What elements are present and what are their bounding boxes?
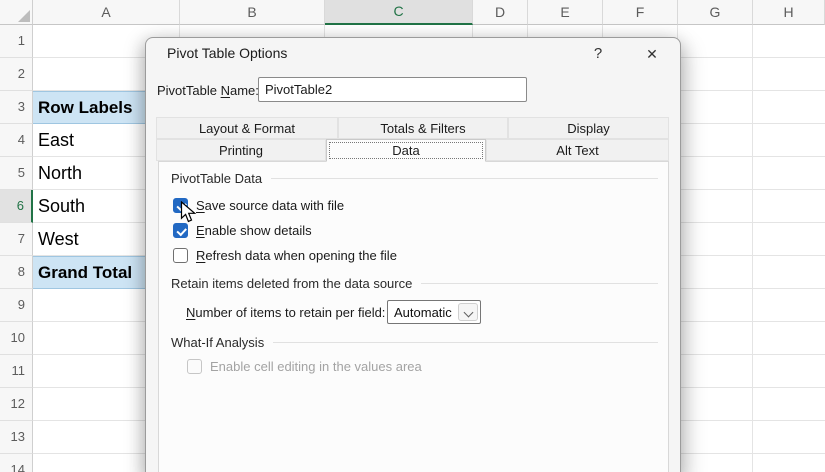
group-retain-items: Retain items deleted from the data sourc… [171,276,658,291]
retain-items-field-label: Number of items to retain per field: [186,305,386,320]
row-header-2[interactable]: 2 [0,58,33,91]
column-header-G[interactable]: G [678,0,753,25]
dialog-title: Pivot Table Options [167,45,288,61]
row-header-12[interactable]: 12 [0,388,33,421]
column-header-E[interactable]: E [528,0,603,25]
row-header-1[interactable]: 1 [0,25,33,58]
row-header-4[interactable]: 4 [0,124,33,157]
enable-cell-editing-label: Enable cell editing in the values area [210,359,422,374]
column-header-B[interactable]: B [180,0,325,25]
enable-cell-editing-checkbox [187,359,202,374]
enable-show-details-label: Enable show details [196,223,312,238]
row-header-9[interactable]: 9 [0,289,33,322]
tab-data[interactable]: Data [326,139,486,162]
dialog-titlebar[interactable]: Pivot Table Options ? ✕ [146,38,680,69]
save-source-data-label: Save source data with file [196,198,345,213]
help-button[interactable]: ? [582,41,614,67]
group-rule [271,178,658,179]
row-header-10[interactable]: 10 [0,322,33,355]
save-source-data-checkbox-row[interactable]: Save source data with file [173,198,344,213]
tab-layout-format[interactable]: Layout & Format [156,117,338,139]
row-header-14[interactable]: 14 [0,454,33,472]
pivottable-name-label: PivotTable Name: [157,83,259,98]
select-all-corner[interactable] [0,0,33,25]
retain-items-dropdown-value: Automatic [394,304,452,320]
tab-display[interactable]: Display [508,117,669,139]
row-header-8[interactable]: 8 [0,256,33,289]
row-header-5[interactable]: 5 [0,157,33,190]
tab-printing[interactable]: Printing [156,139,326,161]
refresh-data-checkbox[interactable] [173,248,188,263]
enable-cell-editing-checkbox-row: Enable cell editing in the values area [187,359,422,374]
row-header-7[interactable]: 7 [0,223,33,256]
row-header-13[interactable]: 13 [0,421,33,454]
select-all-triangle-icon [18,10,30,22]
column-header-C[interactable]: C [325,0,473,25]
pivottable-name-input[interactable] [258,77,527,102]
pivot-table-options-dialog: Pivot Table Options ? ✕ PivotTable Name:… [145,37,681,472]
mouse-cursor-icon [180,201,197,223]
group-pivottable-data: PivotTable Data [171,171,658,186]
tab-totals-filters[interactable]: Totals & Filters [338,117,508,139]
column-header-D[interactable]: D [473,0,528,25]
retain-items-dropdown[interactable]: Automatic [387,300,481,324]
group-rule [273,342,658,343]
close-icon[interactable]: ✕ [636,41,668,67]
tab-alt-text[interactable]: Alt Text [486,139,669,161]
chevron-down-icon[interactable] [458,303,478,321]
column-header-H[interactable]: H [753,0,825,25]
row-header-3[interactable]: 3 [0,91,33,124]
enable-show-details-checkbox-row[interactable]: Enable show details [173,223,312,238]
column-header-F[interactable]: F [603,0,678,25]
group-what-if-analysis: What-If Analysis [171,335,658,350]
data-tab-panel: PivotTable Data Save source data with fi… [158,161,669,472]
row-header-6[interactable]: 6 [0,190,33,223]
column-header-A[interactable]: A [33,0,180,25]
refresh-data-label: Refresh data when opening the file [196,248,397,263]
refresh-data-checkbox-row[interactable]: Refresh data when opening the file [173,248,397,263]
group-rule [421,283,658,284]
enable-show-details-checkbox[interactable] [173,223,188,238]
gridline [752,25,753,472]
row-header-11[interactable]: 11 [0,355,33,388]
